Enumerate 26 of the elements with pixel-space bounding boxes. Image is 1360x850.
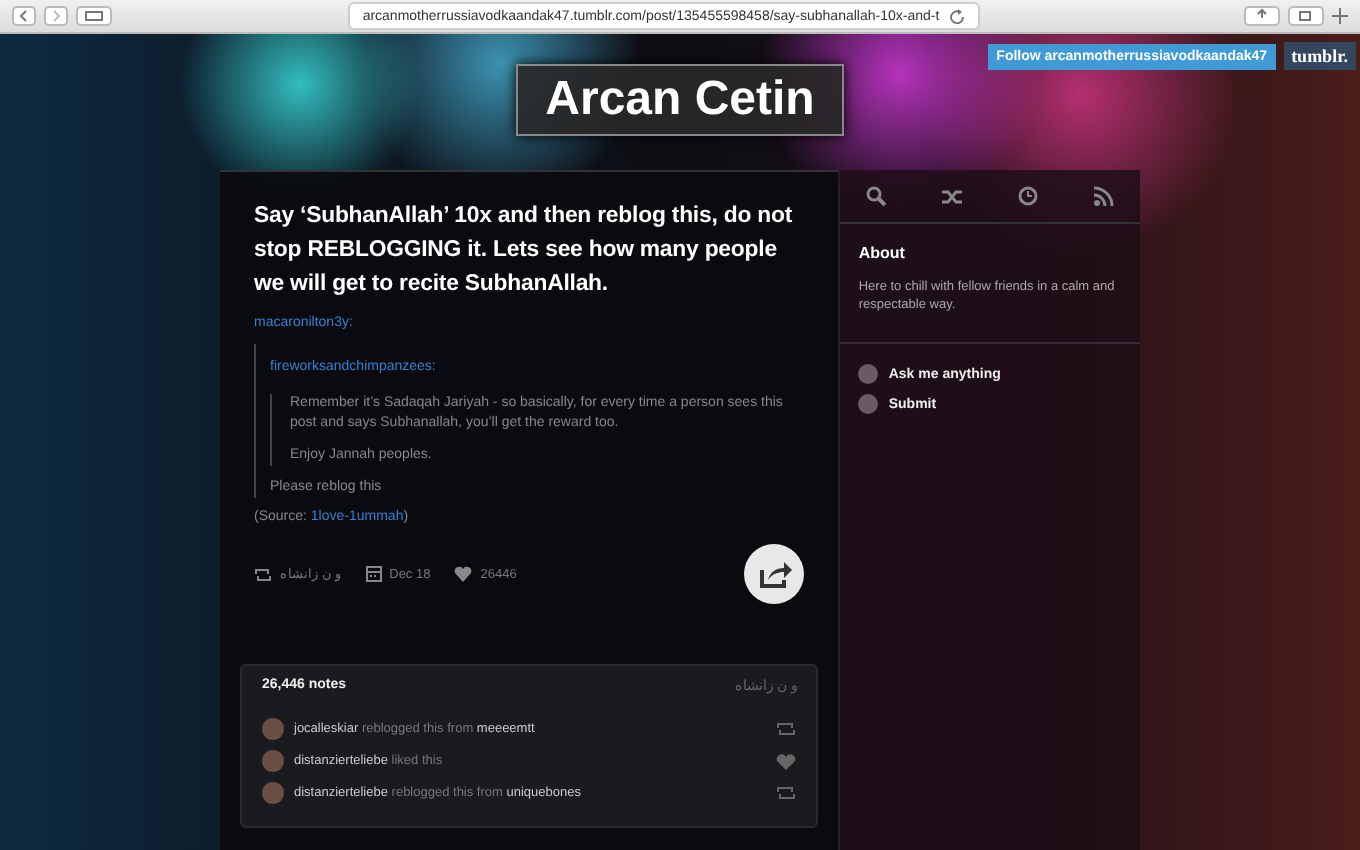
shuffle-icon[interactable] — [942, 187, 963, 205]
reblog-icon — [776, 721, 797, 737]
blog-title[interactable]: Arcan Cetin — [515, 64, 845, 136]
sidebar-toggle-icon[interactable] — [76, 6, 112, 26]
reblog-icon — [254, 567, 272, 581]
circle-icon — [858, 364, 879, 384]
reblog-icon — [776, 785, 797, 801]
clock-icon[interactable] — [1018, 186, 1039, 206]
back-icon[interactable] — [12, 6, 36, 26]
share-icon[interactable] — [1244, 6, 1280, 26]
search-icon[interactable] — [866, 186, 887, 206]
post-title: Say ‘SubhanAllah’ 10x and then reblog this, do not stop REBLOGGING it. Lets see how many people we will get to recite SubhanAllah. — [254, 202, 795, 300]
share-button-icon[interactable] — [744, 544, 805, 604]
avatar[interactable] — [262, 782, 284, 804]
circle-icon — [858, 394, 879, 414]
avatar[interactable] — [262, 750, 284, 772]
about-heading: About — [858, 244, 907, 262]
calendar-icon — [365, 566, 382, 582]
heart-icon — [776, 753, 797, 769]
reload-icon[interactable] — [947, 7, 966, 25]
avatar[interactable] — [262, 718, 284, 740]
tumblr-logo[interactable]: tumblr. — [1283, 42, 1356, 70]
new-tab-icon[interactable] — [1332, 8, 1348, 24]
rss-icon[interactable] — [1093, 186, 1114, 206]
heart-icon — [454, 566, 473, 582]
tabs-icon[interactable] — [1288, 6, 1324, 26]
